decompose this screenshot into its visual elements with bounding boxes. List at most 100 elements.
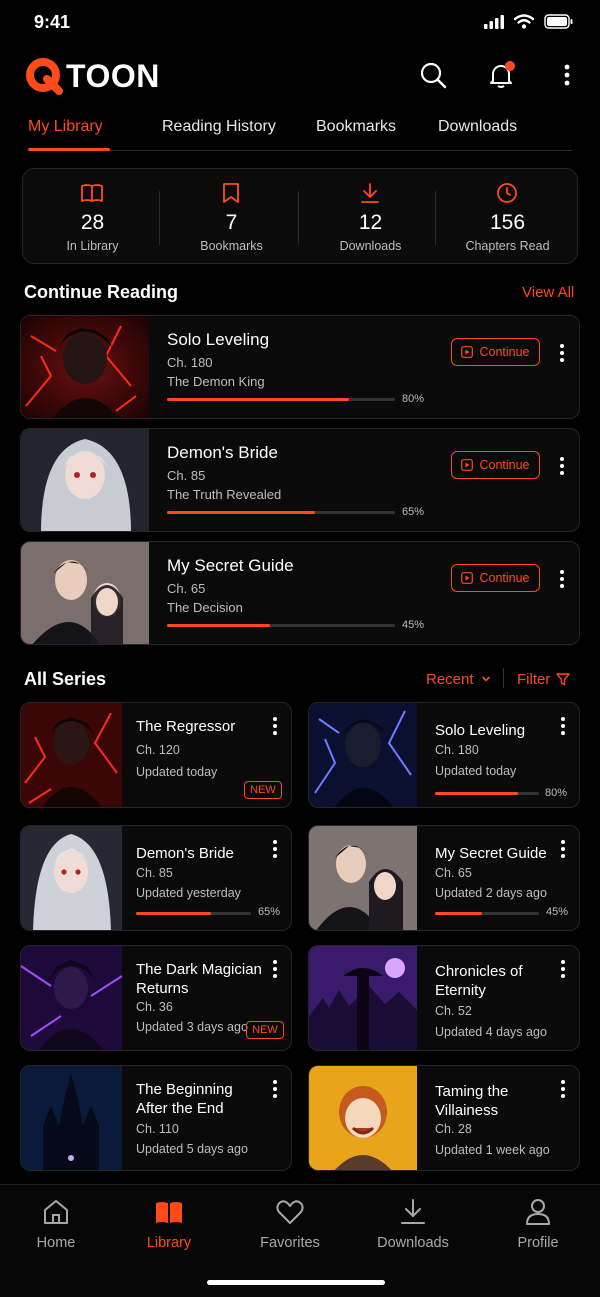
app-logo[interactable]: TOON	[24, 56, 160, 96]
series-card[interactable]: Solo Leveling Ch. 180 Updated today 80%	[308, 702, 580, 808]
stat-label: Chapters Read	[465, 239, 550, 253]
chapter-number: Ch. 28	[435, 1122, 472, 1136]
cover-image-the-dark-magician-returns	[21, 946, 122, 1050]
progress-bar	[167, 624, 395, 627]
series-card[interactable]: The Dark Magician Returns Ch. 36 Updated…	[20, 945, 292, 1051]
series-title: Solo Leveling	[167, 330, 270, 349]
cover-image-the-beginning-after-the-end	[21, 1066, 122, 1170]
home-indicator	[207, 1280, 385, 1285]
more-options-button[interactable]	[555, 838, 571, 860]
series-card[interactable]: Demon's Bride Ch. 85 Updated yesterday 6…	[20, 825, 292, 931]
chapter-number: Ch. 110	[136, 1122, 179, 1136]
nav-label: Favorites	[260, 1235, 320, 1251]
chapter-number: Ch. 180	[167, 355, 213, 370]
progress-bar	[167, 398, 395, 401]
series-title: The Dark Magician Returns	[136, 961, 262, 997]
stat-divider	[298, 191, 299, 245]
library-tabs: My Library Reading History Bookmarks Dow…	[0, 112, 600, 152]
updated-text: Updated 3 days ago	[136, 1020, 248, 1034]
filter-button[interactable]: Filter	[517, 668, 571, 690]
series-title: My Secret Guide	[435, 845, 547, 862]
play-icon	[461, 572, 474, 584]
chapter-number: Ch. 120	[136, 743, 180, 757]
cover-image-demons-bride	[21, 429, 149, 531]
updated-text: Updated 4 days ago	[435, 1025, 547, 1039]
clock-icon	[497, 183, 517, 203]
progress-fill	[435, 792, 519, 795]
cover-image-chronicles-of-eternity	[309, 946, 417, 1050]
nav-downloads[interactable]: Downloads	[358, 1197, 468, 1251]
play-icon	[461, 459, 474, 471]
series-card[interactable]: The Regressor Ch. 120 Updated today NEW	[20, 702, 292, 808]
tab-downloads[interactable]: Downloads	[438, 118, 517, 136]
stat-bookmarks[interactable]: 7 Bookmarks	[162, 169, 301, 265]
series-card[interactable]: Taming the Villainess Ch. 28 Updated 1 w…	[308, 1065, 580, 1171]
series-card[interactable]: My Secret Guide Ch. 65 Updated 2 days ag…	[308, 825, 580, 931]
series-card[interactable]: Chronicles of Eternity Ch. 52 Updated 4 …	[308, 945, 580, 1051]
stat-in-library[interactable]: 28 In Library	[23, 169, 162, 265]
cover-image-solo-leveling	[309, 703, 417, 807]
download-icon	[361, 183, 379, 203]
app-header: TOON	[0, 52, 600, 102]
more-options-button[interactable]	[554, 568, 570, 590]
series-title: Demon's Bride	[167, 443, 278, 462]
notifications-button[interactable]	[486, 60, 516, 90]
cover-image-my-secret-guide	[21, 542, 149, 644]
more-options-button[interactable]	[555, 1078, 571, 1100]
stat-downloads[interactable]: 12 Downloads	[301, 169, 440, 265]
nav-favorites[interactable]: Favorites	[235, 1197, 345, 1251]
status-bar: 9:41	[0, 0, 600, 46]
progress-fill	[167, 511, 316, 514]
new-badge: NEW	[246, 1021, 284, 1039]
more-options-button[interactable]	[267, 1078, 283, 1100]
nav-home[interactable]: Home	[1, 1197, 111, 1251]
status-icons	[484, 14, 574, 29]
nav-library[interactable]: Library	[114, 1197, 224, 1251]
series-title: My Secret Guide	[167, 556, 294, 575]
series-card[interactable]: The Beginning After the End Ch. 110 Upda…	[20, 1065, 292, 1171]
more-options-button[interactable]	[267, 838, 283, 860]
stat-value: 7	[225, 211, 238, 234]
continue-button[interactable]: Continue	[451, 338, 540, 366]
more-button[interactable]	[552, 60, 582, 90]
cover-image-my-secret-guide	[309, 826, 417, 930]
chapter-number: Ch. 65	[435, 866, 472, 880]
more-options-button[interactable]	[555, 958, 571, 980]
tab-my-library[interactable]: My Library	[28, 118, 103, 136]
more-vertical-icon	[564, 64, 570, 86]
more-options-button[interactable]	[267, 715, 283, 737]
wifi-icon	[514, 14, 534, 29]
stat-chapters-read[interactable]: 156 Chapters Read	[438, 169, 577, 265]
more-options-button[interactable]	[555, 715, 571, 737]
series-title: Solo Leveling	[435, 722, 526, 739]
heart-icon	[276, 1200, 304, 1224]
view-all-link[interactable]: View All	[522, 284, 574, 301]
updated-text: Updated yesterday	[136, 886, 241, 900]
chapter-number: Ch. 85	[167, 468, 206, 483]
search-button[interactable]	[418, 60, 448, 90]
more-options-button[interactable]	[554, 455, 570, 477]
progress-fill	[167, 624, 270, 627]
logo-text: TOON	[66, 57, 160, 94]
continue-card[interactable]: Solo Leveling Ch. 180 The Demon King 80%…	[20, 315, 580, 419]
continue-button[interactable]: Continue	[451, 451, 540, 479]
nav-label: Home	[36, 1235, 76, 1251]
stat-value: 156	[489, 211, 526, 234]
tab-bookmarks[interactable]: Bookmarks	[316, 118, 396, 136]
chapter-number: Ch. 52	[435, 1004, 472, 1018]
tab-reading-history[interactable]: Reading History	[162, 118, 276, 136]
continue-card[interactable]: My Secret Guide Ch. 65 The Decision 45% …	[20, 541, 580, 645]
updated-text: Updated 1 week ago	[435, 1143, 550, 1157]
progress-percent: 45%	[546, 906, 569, 918]
continue-card[interactable]: Demon's Bride Ch. 85 The Truth Revealed …	[20, 428, 580, 532]
nav-profile[interactable]: Profile	[483, 1197, 593, 1251]
chapter-number: Ch. 180	[435, 743, 479, 757]
sort-dropdown[interactable]: Recent	[426, 668, 492, 690]
more-options-button[interactable]	[267, 958, 283, 980]
cover-image-solo-leveling	[21, 316, 149, 418]
library-stats: 28 In Library 7 Bookmarks 12 Downloads 1…	[22, 168, 578, 264]
progress-percent: 45%	[402, 619, 425, 631]
continue-button[interactable]: Continue	[451, 564, 540, 592]
more-options-button[interactable]	[554, 342, 570, 364]
continue-label: Continue	[479, 345, 530, 359]
